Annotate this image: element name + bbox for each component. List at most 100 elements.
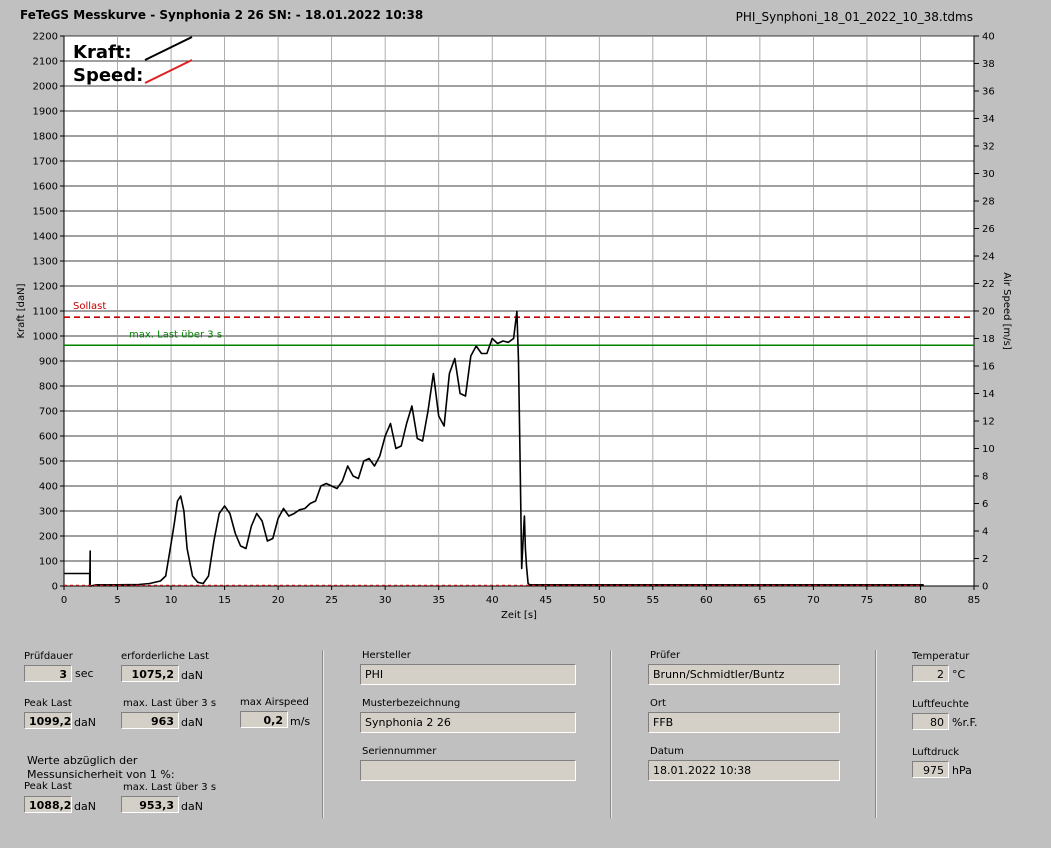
max-airspeed-unit: m/s	[290, 715, 311, 728]
y2-tick-label: 28	[982, 197, 995, 208]
seriennummer-label: Seriennummer	[362, 746, 437, 757]
x-tick-label: 10	[165, 595, 178, 606]
ort-value: FFB	[648, 712, 840, 733]
pruefdauer-value: 3	[24, 665, 72, 682]
x-tick-label: 75	[861, 595, 874, 606]
max-airspeed-label: max Airspeed	[240, 697, 309, 708]
temperatur-label: Temperatur	[912, 651, 970, 662]
reference-line-label: Sollast	[73, 301, 106, 312]
x-axis-ticks: 0 5 10 15 20 25 30 35 40 45 50 55 60 65 70 75 80 85	[61, 586, 981, 606]
x-tick-label: 25	[325, 595, 338, 606]
max-last-corrected-label: max. Last über 3 s	[123, 782, 217, 793]
x-tick-label: 55	[646, 595, 659, 606]
y-tick-label: 700	[39, 407, 58, 418]
y2-tick-label: 36	[982, 87, 995, 98]
x-tick-label: 5	[114, 595, 120, 606]
y2-tick-label: 10	[982, 444, 995, 455]
pruefer-label: Prüfer	[650, 650, 681, 661]
x-tick-label: 45	[539, 595, 552, 606]
erforderliche-last-label: erforderliche Last	[121, 651, 210, 662]
x-axis-label: Zeit [s]	[501, 610, 537, 621]
max-last-corrected-value: 953,3	[121, 796, 179, 813]
pruefdauer-label: Prüfdauer	[24, 651, 73, 662]
luftdruck-unit: hPa	[952, 764, 972, 777]
luftfeuchte-label: Luftfeuchte	[912, 699, 969, 710]
y-tick-label: 1300	[33, 257, 58, 268]
y-tick-label: 1100	[33, 307, 58, 318]
y-tick-label: 100	[39, 557, 58, 568]
y-tick-label: 600	[39, 432, 58, 443]
pruefer-value: Brunn/Schmidtler/Buntz	[648, 664, 840, 685]
legend-label: Speed:	[73, 65, 143, 86]
y-tick-label: 1600	[33, 182, 58, 193]
y2-tick-label: 30	[982, 169, 995, 180]
x-tick-label: 15	[218, 595, 231, 606]
y2-tick-label: 20	[982, 307, 995, 318]
y2-tick-label: 12	[982, 417, 995, 428]
y2-tick-label: 16	[982, 362, 995, 373]
erforderliche-last-unit: daN	[181, 669, 203, 682]
luftdruck-label: Luftdruck	[912, 747, 960, 758]
luftfeuchte-value: 80	[912, 713, 949, 730]
x-tick-label: 20	[272, 595, 285, 606]
y2-tick-label: 14	[982, 389, 995, 400]
datum-label: Datum	[650, 746, 684, 757]
y2-tick-label: 38	[982, 59, 995, 70]
note-line-2: Messunsicherheit von 1 %:	[27, 768, 175, 781]
y2-tick-label: 34	[982, 114, 995, 125]
peak-last-unit: daN	[74, 716, 96, 729]
force-chart: 0100200300400500600700800900100011001200…	[16, 32, 1012, 622]
y2-axis-label: Air Speed [m/s]	[1001, 272, 1012, 350]
max-last-label: max. Last über 3 s	[123, 698, 217, 709]
max-last-corrected-unit: daN	[181, 800, 203, 813]
y2-tick-label: 4	[982, 527, 988, 538]
pruefdauer-unit: sec	[75, 667, 94, 680]
max-last-unit: daN	[181, 716, 203, 729]
peak-last-corrected-unit: daN	[74, 800, 96, 813]
y-tick-label: 800	[39, 382, 58, 393]
y-tick-label: 500	[39, 457, 58, 468]
temperatur-value: 2	[912, 665, 949, 682]
x-tick-label: 30	[379, 595, 392, 606]
y-tick-label: 1800	[33, 132, 58, 143]
y2-tick-label: 6	[982, 499, 988, 510]
y-tick-label: 1200	[33, 282, 58, 293]
x-tick-label: 50	[593, 595, 606, 606]
y-tick-label: 0	[52, 582, 58, 593]
erforderliche-last-value: 1075,2	[121, 665, 179, 682]
x-tick-label: 0	[61, 595, 67, 606]
x-tick-label: 65	[754, 595, 767, 606]
x-tick-label: 70	[807, 595, 820, 606]
y-tick-label: 1400	[33, 232, 58, 243]
x-tick-label: 80	[914, 595, 927, 606]
hersteller-label: Hersteller	[362, 650, 411, 661]
peak-last-corrected-label: Peak Last	[24, 781, 72, 792]
musterbezeichnung-label: Musterbezeichnung	[362, 698, 461, 709]
x-tick-label: 40	[486, 595, 499, 606]
y2-tick-label: 0	[982, 582, 988, 593]
y-tick-label: 2100	[33, 57, 58, 68]
y2-tick-label: 40	[982, 32, 995, 43]
y2-tick-label: 2	[982, 554, 988, 565]
y2-tick-label: 18	[982, 334, 995, 345]
luftfeuchte-unit: %r.F.	[952, 716, 978, 729]
note-line-1: Werte abzüglich der	[27, 754, 138, 767]
y-tick-label: 2000	[33, 82, 58, 93]
y2-tick-label: 26	[982, 224, 995, 235]
y2-tick-label: 32	[982, 142, 995, 153]
y2-tick-label: 8	[982, 472, 988, 483]
x-tick-label: 85	[968, 595, 981, 606]
y-tick-label: 1500	[33, 207, 58, 218]
y2-axis-ticks: 0246810121416182022242628303234363840	[974, 32, 995, 593]
y-axis-label: Kraft [daN]	[16, 283, 27, 338]
datum-value: 18.01.2022 10:38	[648, 760, 840, 781]
x-tick-label: 60	[700, 595, 713, 606]
y-tick-label: 400	[39, 482, 58, 493]
max-airspeed-value: 0,2	[240, 711, 288, 728]
seriennummer-value	[360, 760, 576, 781]
y2-tick-label: 22	[982, 279, 995, 290]
peak-last-corrected-value: 1088,2	[24, 796, 72, 813]
separator	[322, 650, 324, 818]
y-tick-label: 200	[39, 532, 58, 543]
peak-last-value: 1099,2	[24, 712, 72, 729]
